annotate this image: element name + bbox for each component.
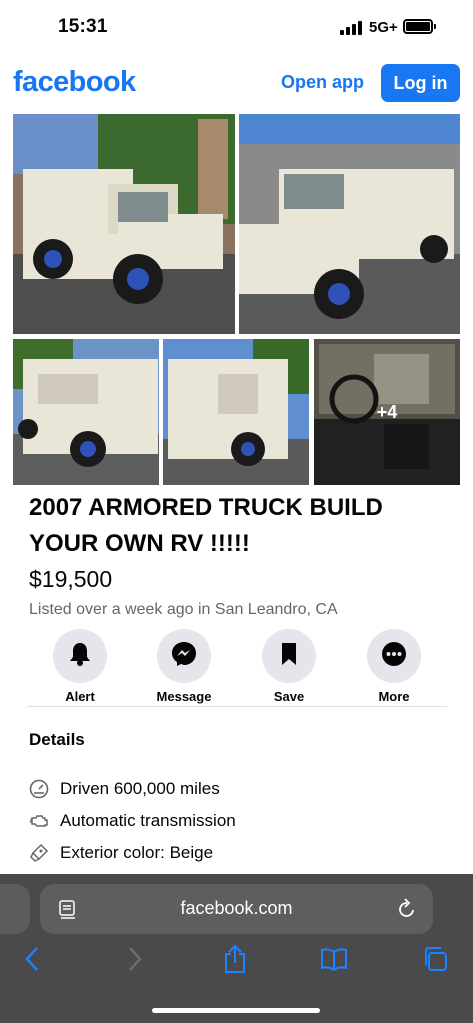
chevron-left-icon [24,946,40,977]
tabs-button[interactable] [421,946,449,976]
alert-label: Alert [65,689,95,704]
address-bar[interactable]: facebook.com [40,884,433,934]
bookmark-icon [280,642,298,671]
forward-button[interactable] [121,946,149,976]
paint-icon [29,843,49,863]
login-button[interactable]: Log in [381,64,460,102]
listing-photo-1[interactable] [13,114,235,334]
details-heading: Details [29,730,85,749]
share-button[interactable] [221,944,249,979]
battery-icon [403,19,436,34]
back-button[interactable] [18,946,46,976]
engine-icon [29,811,49,831]
more-photos-count[interactable]: +4 [314,339,460,485]
detail-transmission-text: Automatic transmission [60,811,236,830]
more-button[interactable]: More [354,629,434,704]
save-button[interactable]: Save [249,629,329,704]
listing-title: 2007 ARMORED TRUCK BUILD YOUR OWN RV !!!… [29,494,383,557]
status-bar: 15:31 5G+ [0,0,473,56]
save-label: Save [273,689,305,704]
chevron-right-icon [127,946,143,977]
message-label: Message [156,689,212,704]
messenger-icon [171,641,197,672]
detail-color-text: Exterior color: Beige [60,843,214,862]
listing-photo-2[interactable] [239,114,460,334]
listing-price: $19,500 [29,566,113,592]
open-app-link[interactable]: Open app [281,72,364,93]
message-button[interactable]: Message [144,629,224,704]
more-icon [381,641,407,672]
alert-button[interactable]: Alert [40,629,120,704]
book-icon [320,947,348,976]
bookmarks-button[interactable] [320,946,348,976]
browser-toolbar: facebook.com [0,874,473,1023]
signal-icon [340,21,364,35]
detail-mileage: Driven 600,000 miles [29,777,220,801]
tabs-icon [422,946,448,977]
bell-icon [69,642,91,671]
network-label: 5G+ [369,19,398,36]
more-label: More [378,689,410,704]
odometer-icon [29,779,49,799]
share-icon [223,944,247,979]
status-time: 15:31 [58,16,108,37]
detail-transmission: Automatic transmission [29,809,236,833]
action-row: Alert Message Save More [27,629,447,707]
listing-photo-3[interactable] [13,339,159,485]
facebook-logo[interactable]: facebook [13,66,136,99]
listing-location: Listed over a week ago in San Leandro, C… [29,601,338,618]
url-text: facebook.com [180,898,293,918]
detail-color: Exterior color: Beige [29,841,213,865]
previous-tab[interactable] [0,884,30,934]
listing-photo-5[interactable]: +4 [314,339,460,485]
listing-photo-4[interactable] [163,339,309,485]
site-header: facebook Open app Log in [0,60,473,108]
detail-mileage-text: Driven 600,000 miles [60,779,220,798]
reload-icon[interactable] [397,898,417,925]
home-indicator [152,1008,320,1013]
